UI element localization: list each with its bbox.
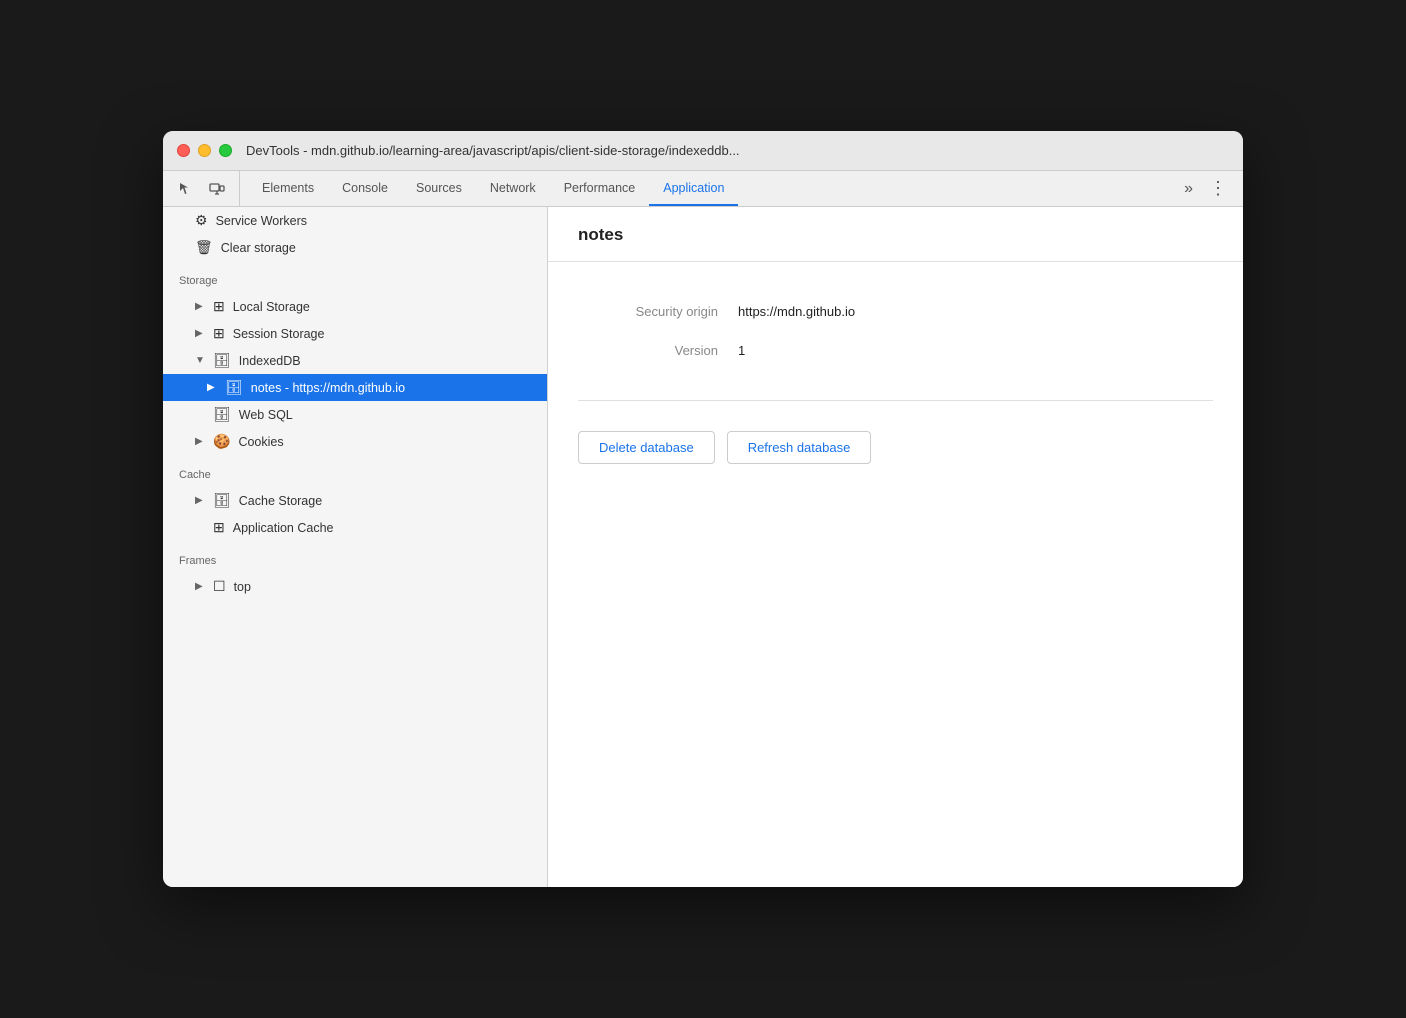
- traffic-lights: [177, 144, 232, 157]
- security-origin-row: Security origin https://mdn.github.io: [578, 292, 1213, 331]
- title-bar: DevTools - mdn.github.io/learning-area/j…: [163, 131, 1243, 171]
- version-label: Version: [578, 331, 738, 370]
- cookies-icon: 🍪: [213, 433, 230, 450]
- tab-performance[interactable]: Performance: [550, 171, 650, 206]
- service-workers-icon: ⚙: [195, 212, 208, 229]
- main-layout: ⚙ Service Workers 🗑 Clear storage Storag…: [163, 207, 1243, 887]
- trash-icon: 🗑: [195, 239, 213, 256]
- storage-section-label: Storage: [163, 261, 547, 293]
- content-panel: notes Security origin https://mdn.github…: [548, 207, 1243, 887]
- sidebar-item-local-storage[interactable]: ▶ ⊞ Local Storage: [163, 293, 547, 320]
- expand-arrow-session: ▶: [195, 328, 205, 339]
- content-body: Security origin https://mdn.github.io Ve…: [548, 262, 1243, 514]
- close-button[interactable]: [177, 144, 190, 157]
- application-cache-icon: ⊞: [213, 519, 225, 536]
- delete-database-button[interactable]: Delete database: [578, 431, 715, 464]
- cache-storage-icon: 🗄: [213, 492, 231, 509]
- inspect-icon[interactable]: [171, 175, 199, 203]
- version-value: 1: [738, 331, 1213, 370]
- tab-bar: Elements Console Sources Network Perform…: [163, 171, 1243, 207]
- expand-arrow-indexeddb: ▼: [195, 355, 205, 366]
- expand-arrow-cache: ▶: [195, 495, 205, 506]
- tabs-container: Elements Console Sources Network Perform…: [248, 171, 1176, 206]
- sidebar-item-cookies[interactable]: ▶ 🍪 Cookies: [163, 428, 547, 455]
- session-storage-icon: ⊞: [213, 325, 225, 342]
- tab-sources[interactable]: Sources: [402, 171, 476, 206]
- minimize-button[interactable]: [198, 144, 211, 157]
- sidebar-item-cache-storage[interactable]: ▶ 🗄 Cache Storage: [163, 487, 547, 514]
- indexeddb-icon: 🗄: [213, 352, 231, 369]
- security-origin-value: https://mdn.github.io: [738, 292, 1213, 331]
- local-storage-icon: ⊞: [213, 298, 225, 315]
- sidebar: ⚙ Service Workers 🗑 Clear storage Storag…: [163, 207, 548, 887]
- sidebar-item-clear-storage[interactable]: 🗑 Clear storage: [163, 234, 547, 261]
- frames-section-label: Frames: [163, 541, 547, 573]
- action-buttons: Delete database Refresh database: [578, 431, 1213, 484]
- expand-arrow-cookies: ▶: [195, 436, 205, 447]
- frame-icon: ☐: [213, 578, 226, 595]
- more-tabs-button[interactable]: »: [1176, 171, 1201, 206]
- devtools-window: DevTools - mdn.github.io/learning-area/j…: [163, 131, 1243, 887]
- content-title: notes: [548, 207, 1243, 262]
- version-row: Version 1: [578, 331, 1213, 370]
- sidebar-item-notes-db[interactable]: ▶ 🗄 notes - https://mdn.github.io: [163, 374, 547, 401]
- divider: [578, 400, 1213, 401]
- notes-db-icon: 🗄: [225, 379, 243, 396]
- sidebar-item-web-sql[interactable]: ▶ 🗄 Web SQL: [163, 401, 547, 428]
- expand-arrow-notes: ▶: [207, 382, 217, 393]
- maximize-button[interactable]: [219, 144, 232, 157]
- web-sql-icon: 🗄: [213, 406, 231, 423]
- refresh-database-button[interactable]: Refresh database: [727, 431, 872, 464]
- sidebar-item-application-cache[interactable]: ▶ ⊞ Application Cache: [163, 514, 547, 541]
- db-info-table: Security origin https://mdn.github.io Ve…: [578, 292, 1213, 370]
- sidebar-item-session-storage[interactable]: ▶ ⊞ Session Storage: [163, 320, 547, 347]
- expand-arrow-local: ▶: [195, 301, 205, 312]
- cache-section-label: Cache: [163, 455, 547, 487]
- device-toolbar-icon[interactable]: [203, 175, 231, 203]
- security-origin-label: Security origin: [578, 292, 738, 331]
- sidebar-item-top[interactable]: ▶ ☐ top: [163, 573, 547, 600]
- window-title: DevTools - mdn.github.io/learning-area/j…: [246, 143, 740, 158]
- devtools-menu-button[interactable]: ⋮: [1201, 171, 1235, 206]
- expand-arrow-top: ▶: [195, 581, 205, 592]
- tab-application[interactable]: Application: [649, 171, 738, 206]
- tab-network[interactable]: Network: [476, 171, 550, 206]
- sidebar-item-service-workers[interactable]: ⚙ Service Workers: [163, 207, 547, 234]
- sidebar-item-indexeddb[interactable]: ▼ 🗄 IndexedDB: [163, 347, 547, 374]
- tab-elements[interactable]: Elements: [248, 171, 328, 206]
- toolbar-icons: [171, 171, 240, 206]
- tab-console[interactable]: Console: [328, 171, 402, 206]
